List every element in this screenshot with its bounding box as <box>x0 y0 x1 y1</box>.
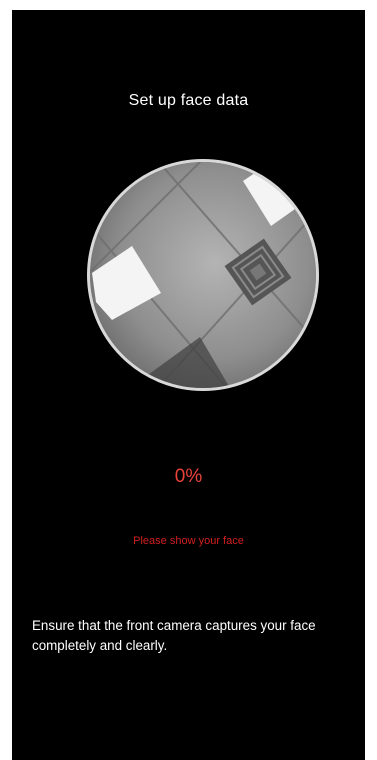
camera-preview <box>87 159 319 391</box>
progress-percent: 0% <box>174 466 203 487</box>
status-message: Please show your face <box>133 535 244 547</box>
page-title: Set up face data <box>128 92 249 109</box>
camera-feed-image <box>90 162 316 388</box>
instructions-text: Ensure that the front camera captures yo… <box>32 618 316 653</box>
face-setup-screen: Set up face data 0% Please show your fac… <box>12 10 365 760</box>
